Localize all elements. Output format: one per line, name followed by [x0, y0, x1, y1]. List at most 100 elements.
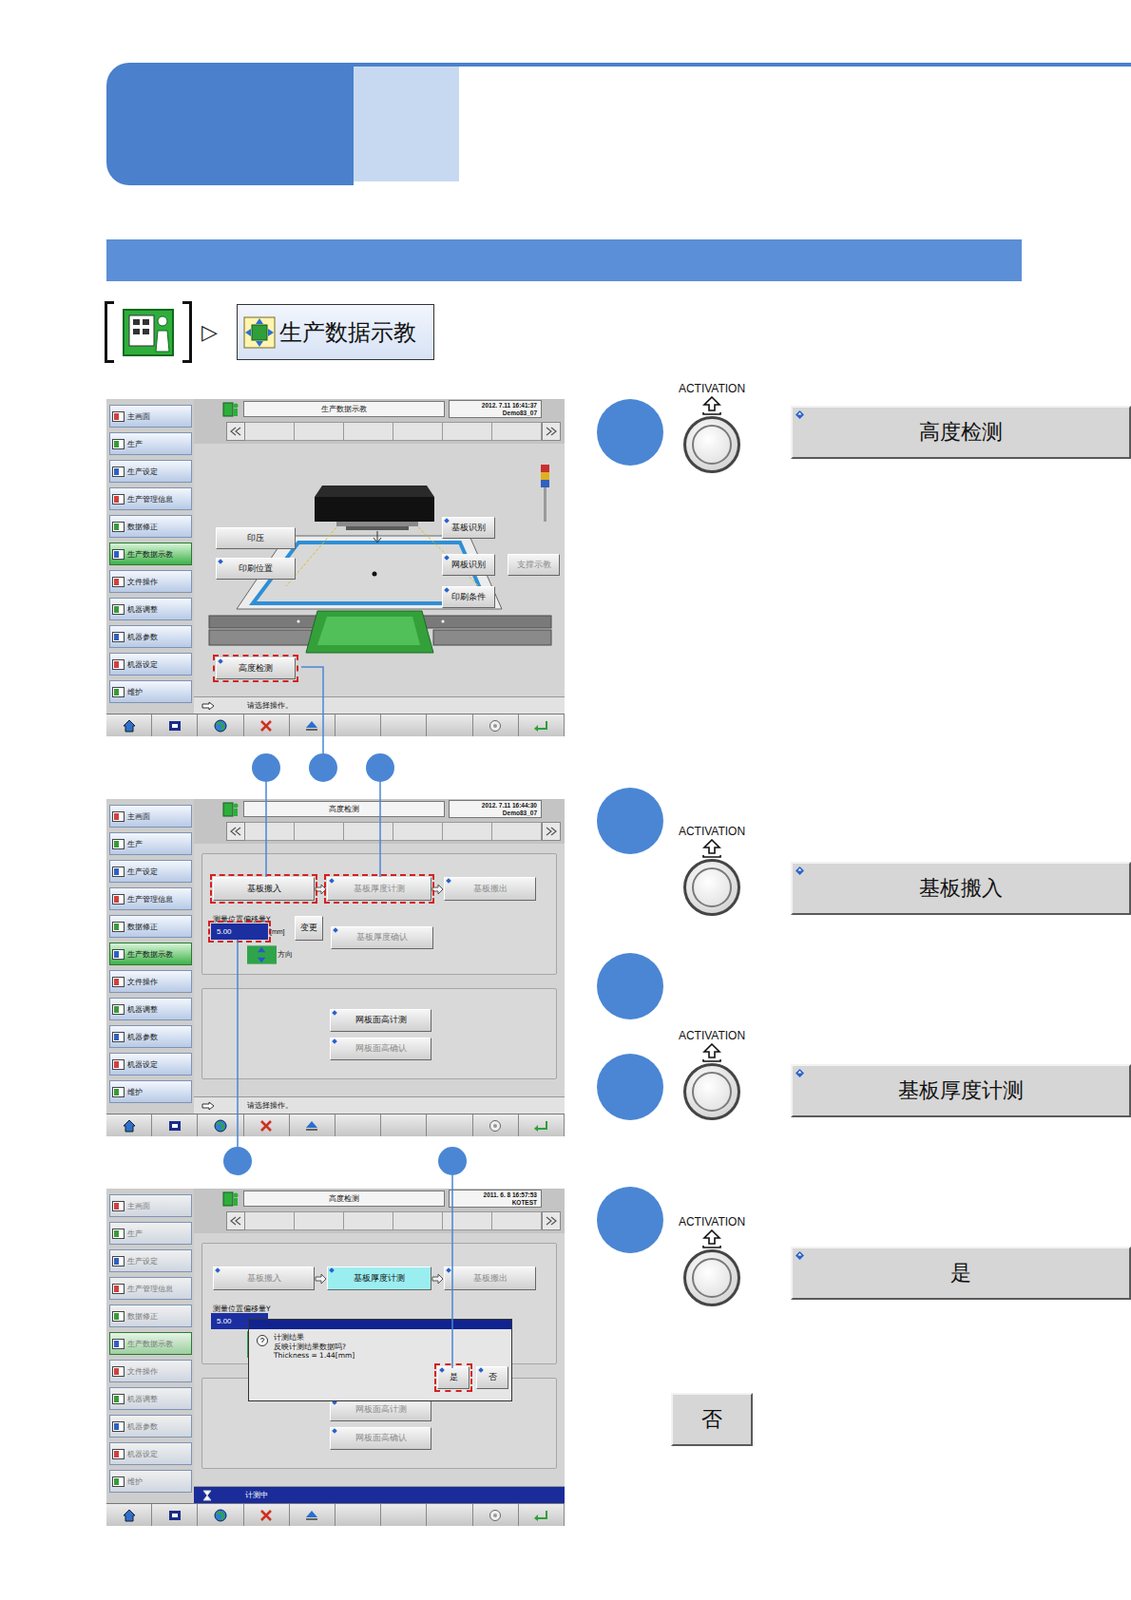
- tool-button[interactable]: [244, 1504, 290, 1527]
- sidebar-item[interactable]: 机器调整: [109, 1387, 192, 1411]
- screen-button[interactable]: 高度检测: [790, 405, 1131, 460]
- sidebar-item[interactable]: 机器调整: [109, 997, 192, 1021]
- sidebar-item[interactable]: 机器参数: [109, 1025, 192, 1049]
- tool-button[interactable]: [152, 1504, 198, 1527]
- tool-button[interactable]: [289, 714, 336, 737]
- tool-button[interactable]: [518, 714, 565, 737]
- press-arrow-icon: [700, 1229, 724, 1249]
- sidebar-item[interactable]: 机器设定: [109, 1442, 192, 1466]
- mask-height-button[interactable]: 网板面高计测: [329, 1399, 432, 1422]
- sidebar-item[interactable]: 维护: [109, 680, 192, 704]
- tool-button[interactable]: [244, 714, 290, 737]
- screen-button[interactable]: 基板搬入: [790, 862, 1131, 916]
- sidebar-item[interactable]: 生产设定: [109, 1249, 192, 1273]
- sidebar-item[interactable]: 生产管理信息: [109, 1277, 192, 1301]
- tool-button[interactable]: [152, 1114, 198, 1137]
- mask-height-button[interactable]: 网板面高计测: [329, 1009, 432, 1033]
- tool-button: [335, 1504, 382, 1527]
- sidebar-item[interactable]: 数据修正: [109, 1304, 192, 1328]
- change-button[interactable]: 变更: [294, 916, 324, 941]
- sidebar-item[interactable]: 数据修正: [109, 915, 192, 939]
- prev-button[interactable]: [226, 421, 246, 441]
- tool-button[interactable]: [197, 1114, 244, 1137]
- sidebar-item[interactable]: 文件操作: [109, 970, 192, 994]
- tool-button[interactable]: [473, 714, 519, 737]
- sidebar-item[interactable]: 数据修正: [109, 515, 192, 538]
- menu-icon: [112, 1394, 125, 1405]
- sidebar-item[interactable]: 生产: [109, 1222, 192, 1246]
- activation-key[interactable]: ACTIVATION: [670, 1029, 753, 1121]
- prev-button[interactable]: [226, 1211, 246, 1231]
- sidebar-item[interactable]: 维护: [109, 1080, 192, 1104]
- tool-button[interactable]: [473, 1114, 519, 1137]
- sequence-button[interactable]: 基板搬入: [212, 877, 315, 901]
- tool-button[interactable]: [289, 1114, 336, 1137]
- prev-button[interactable]: [226, 822, 246, 842]
- sequence-button[interactable]: 基板厚度计测: [326, 877, 432, 901]
- mask-height-button[interactable]: 网板面高确认: [329, 1427, 432, 1451]
- tool-button[interactable]: [106, 1504, 153, 1527]
- tool-button[interactable]: [106, 714, 153, 737]
- sidebar-item[interactable]: 文件操作: [109, 570, 192, 594]
- mask-height-button[interactable]: 网板面高确认: [329, 1037, 432, 1061]
- activation-key[interactable]: ACTIVATION: [670, 1215, 753, 1307]
- sequence-button[interactable]: 基板搬出: [443, 877, 537, 901]
- offset-input[interactable]: 5.00: [210, 923, 269, 940]
- screen-button[interactable]: 基板厚度计测: [790, 1064, 1131, 1118]
- sidebar-item[interactable]: 主画面: [109, 1194, 192, 1218]
- sidebar-item[interactable]: 主画面: [109, 805, 192, 828]
- step-group: ACTIVATION高度检测: [596, 399, 1131, 737]
- procedure-step: 否: [596, 1393, 1131, 1447]
- sidebar-item[interactable]: 主画面: [109, 404, 192, 428]
- sidebar-item[interactable]: 生产数据示教: [109, 542, 192, 566]
- next-button[interactable]: [541, 1211, 561, 1231]
- next-button[interactable]: [541, 822, 561, 842]
- tool-button[interactable]: [518, 1504, 565, 1527]
- sidebar-item[interactable]: 生产设定: [109, 860, 192, 883]
- activation-key[interactable]: ACTIVATION: [670, 824, 753, 917]
- teach-item-button[interactable]: 印压: [215, 527, 296, 550]
- teach-item-button[interactable]: 网板识别: [441, 554, 496, 576]
- sequence-button[interactable]: 基板搬入: [212, 1266, 315, 1291]
- sidebar-item[interactable]: 文件操作: [109, 1360, 192, 1383]
- sidebar-item[interactable]: 生产: [109, 432, 192, 456]
- teach-item-button[interactable]: 支撑示教: [507, 554, 560, 576]
- tool-button[interactable]: [152, 714, 198, 737]
- sidebar-item[interactable]: 机器调整: [109, 597, 192, 621]
- next-button[interactable]: [541, 421, 561, 441]
- teach-data-button[interactable]: 生产数据示教: [236, 304, 435, 361]
- tool-button[interactable]: [473, 1504, 519, 1527]
- tool-button[interactable]: [106, 1114, 153, 1137]
- sidebar-item[interactable]: 机器设定: [109, 652, 192, 676]
- sidebar-item[interactable]: 生产管理信息: [109, 887, 192, 911]
- sidebar-item[interactable]: 生产管理信息: [109, 487, 192, 511]
- teach-item-button[interactable]: 基板识别: [441, 517, 496, 539]
- sidebar-item[interactable]: 生产数据示教: [109, 1332, 192, 1356]
- screen-button[interactable]: 否: [670, 1393, 753, 1447]
- sidebar-item[interactable]: 机器参数: [109, 1415, 192, 1438]
- menu-icon: [112, 1311, 125, 1323]
- tool-button[interactable]: [197, 714, 244, 737]
- teach-item-button[interactable]: 高度检测: [215, 657, 296, 680]
- tool-button[interactable]: [244, 1114, 290, 1137]
- sequence-button[interactable]: 基板厚度计测: [326, 1266, 432, 1291]
- tool-button[interactable]: [518, 1114, 565, 1137]
- sidebar-item[interactable]: 机器参数: [109, 625, 192, 649]
- sequence-button[interactable]: 基板搬出: [443, 1266, 537, 1291]
- sidebar-item[interactable]: 机器设定: [109, 1053, 192, 1076]
- sidebar-item[interactable]: 生产设定: [109, 460, 192, 483]
- sidebar-item[interactable]: 维护: [109, 1470, 192, 1494]
- teach-item-button[interactable]: 印刷位置: [215, 557, 296, 580]
- activation-key[interactable]: ACTIVATION: [670, 382, 753, 474]
- nav-cell: [393, 421, 443, 441]
- procedure-step: ACTIVATION 基板搬入: [596, 787, 1131, 917]
- screen-button[interactable]: 是: [790, 1246, 1131, 1301]
- dialog-button[interactable]: 否: [476, 1366, 509, 1390]
- sidebar-item[interactable]: 生产: [109, 832, 192, 856]
- tool-button[interactable]: [197, 1504, 244, 1527]
- tool-button[interactable]: [289, 1504, 336, 1527]
- dialog-button[interactable]: 是: [437, 1366, 470, 1390]
- teach-item-button[interactable]: 印刷条件: [441, 586, 496, 609]
- thickness-confirm-button[interactable]: 基板厚度确认: [330, 926, 434, 950]
- sidebar-item[interactable]: 生产数据示教: [109, 942, 192, 966]
